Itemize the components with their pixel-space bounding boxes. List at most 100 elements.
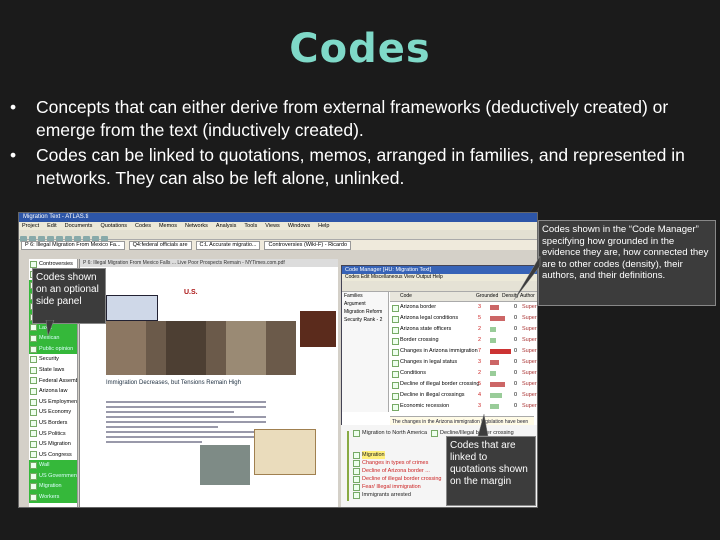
menu-item[interactable]: Tools: [244, 223, 257, 229]
menu-item[interactable]: Edit: [47, 223, 56, 229]
grounded-bar: [490, 349, 511, 354]
memo-selector[interactable]: Controversies (Wiki-F) - Ricardo: [264, 240, 352, 250]
margin-code[interactable]: Decline of illegal border crossing: [353, 475, 441, 483]
margin-code[interactable]: Migration to North America: [353, 429, 427, 437]
callout-pointer: [514, 256, 541, 301]
document-selector[interactable]: P 6: Illegal Migration From Mexico Fa...: [21, 240, 125, 250]
code-row[interactable]: Changes in Arizona immigration 7 0 Super: [390, 346, 537, 357]
document-selector-bar: P 6: Illegal Migration From Mexico Fa...…: [19, 240, 537, 250]
side-code-label: US Economy: [39, 409, 72, 416]
menu-item[interactable]: Help: [318, 223, 329, 229]
code-icon: [431, 429, 438, 437]
code-name: Conditions: [400, 370, 426, 376]
side-code-item[interactable]: Arizona law: [29, 386, 77, 397]
callout-side-panel: Codes shown on an optional side panel: [32, 268, 106, 324]
callout-margin-text: Codes that are linked to quotations show…: [450, 440, 528, 487]
side-code-item[interactable]: US Congress: [29, 450, 77, 461]
code-icon: [353, 467, 360, 475]
callout-pointer: [477, 414, 489, 437]
side-code-item[interactable]: US Government: [29, 470, 77, 482]
menu-item[interactable]: Codes: [135, 223, 151, 229]
code-row[interactable]: Arizona border 3 0 Super: [390, 302, 537, 313]
side-code-item[interactable]: US Politics: [29, 429, 77, 440]
quotation-bracket[interactable]: [347, 431, 349, 501]
margin-code[interactable]: Decline of Arizona border ...: [353, 467, 430, 475]
code-name: Decline in illegal crossings: [400, 392, 465, 398]
column-header-grounded[interactable]: Grounded: [476, 292, 498, 301]
side-code-item[interactable]: US Borders: [29, 418, 77, 429]
code-row[interactable]: Border crossing 2 0 Super: [390, 335, 537, 346]
code-family-item[interactable]: Security Rank - 2: [342, 316, 388, 324]
code-grounded: 7: [478, 348, 482, 354]
grounded-bar: [490, 327, 496, 332]
code-families-list: Families Argument Migration Reform Security…: [342, 292, 389, 412]
code-name: Arizona state officers: [400, 326, 452, 332]
bullet-item: • Codes can be linked to quotations, mem…: [8, 144, 708, 190]
menu-item[interactable]: Analysis: [216, 223, 236, 229]
menu-item[interactable]: Documents: [65, 223, 93, 229]
code-family-item[interactable]: Argument: [342, 300, 388, 308]
code-density: 0: [514, 370, 518, 376]
side-code-item[interactable]: Public opinion: [29, 343, 77, 355]
side-code-item[interactable]: Security: [29, 354, 77, 365]
code-name: Border crossing: [400, 337, 439, 343]
margin-code[interactable]: Immigrants arrested: [353, 491, 411, 499]
code-manager-toolbar: [342, 281, 537, 292]
code-grounded: 2: [478, 326, 482, 332]
code-row[interactable]: Changes in legal status 3 0 Super: [390, 357, 537, 368]
code-family-item[interactable]: Migration Reform: [342, 308, 388, 316]
code-row[interactable]: Arizona state officers 2 0 Super: [390, 324, 537, 335]
code-icon: [30, 483, 37, 491]
side-code-item[interactable]: Federal Assembly: [29, 376, 77, 387]
code-row[interactable]: Economic recession 3 0 Super: [390, 401, 537, 412]
side-code-item[interactable]: Wall: [29, 460, 77, 471]
margin-code-label: Decline of Arizona border ...: [362, 468, 430, 474]
side-code-label: Arizona law: [39, 388, 68, 395]
code-icon: [392, 305, 399, 312]
side-code-item[interactable]: Workers: [29, 492, 77, 503]
code-author: Super: [522, 315, 537, 321]
code-grounded: 5: [478, 315, 482, 321]
side-code-label: US Congress: [39, 451, 72, 458]
document-path: P 6: Illegal Migration From Mexico Falls…: [80, 259, 338, 267]
code-icon: [353, 459, 360, 467]
web-section-label: U.S.: [184, 289, 198, 296]
side-code-item[interactable]: US Employment: [29, 397, 77, 408]
code-icon: [353, 475, 360, 483]
menu-item[interactable]: Views: [265, 223, 280, 229]
callout-margin: Codes that are linked to quotations show…: [446, 436, 536, 506]
side-code-label: US Politics: [39, 430, 66, 437]
margin-code[interactable]: Changes in types of crimes: [353, 459, 428, 467]
code-author: Super: [522, 392, 537, 398]
code-density: 0: [514, 359, 518, 365]
code-grounded: 3: [478, 359, 482, 365]
margin-code[interactable]: Fear/ Illegal immigration: [353, 483, 421, 491]
code-row[interactable]: Decline of illegal border crossing 5 0 Supe…: [390, 379, 537, 390]
code-author: Super: [522, 326, 537, 332]
callout-side-panel-text: Codes shown on an optional side panel: [36, 272, 99, 307]
bullet-list: • Concepts that can either derive from e…: [8, 96, 708, 192]
side-code-item[interactable]: US Economy: [29, 407, 77, 418]
grounded-bar: [490, 360, 499, 365]
code-icon: [30, 409, 37, 417]
menu-item[interactable]: Memos: [159, 223, 177, 229]
web-photo: [200, 445, 250, 485]
side-code-item[interactable]: US Migration: [29, 439, 77, 450]
code-row[interactable]: Arizona legal conditions 5 0 Super: [390, 313, 537, 324]
side-code-item[interactable]: State laws: [29, 365, 77, 376]
margin-code[interactable]: Migration: [353, 451, 385, 459]
menu-item[interactable]: Quotations: [100, 223, 127, 229]
code-row[interactable]: Conditions 2 0 Super: [390, 368, 537, 379]
side-code-item[interactable]: Migration: [29, 481, 77, 493]
code-author: Super: [522, 403, 537, 409]
side-code-label: US Borders: [39, 419, 68, 426]
code-family-item[interactable]: Families: [342, 292, 388, 300]
code-density: 0: [514, 304, 518, 310]
menu-item[interactable]: Project: [22, 223, 39, 229]
menu-item[interactable]: Networks: [185, 223, 208, 229]
code-row[interactable]: Decline in illegal crossings 4 0 Super: [390, 390, 537, 401]
menu-item[interactable]: Windows: [288, 223, 310, 229]
quotation-selector[interactable]: Q4:federal officials are: [128, 240, 192, 250]
code-selector[interactable]: C:L Accurate migratio...: [195, 240, 261, 250]
column-header-code[interactable]: Code: [400, 292, 412, 301]
